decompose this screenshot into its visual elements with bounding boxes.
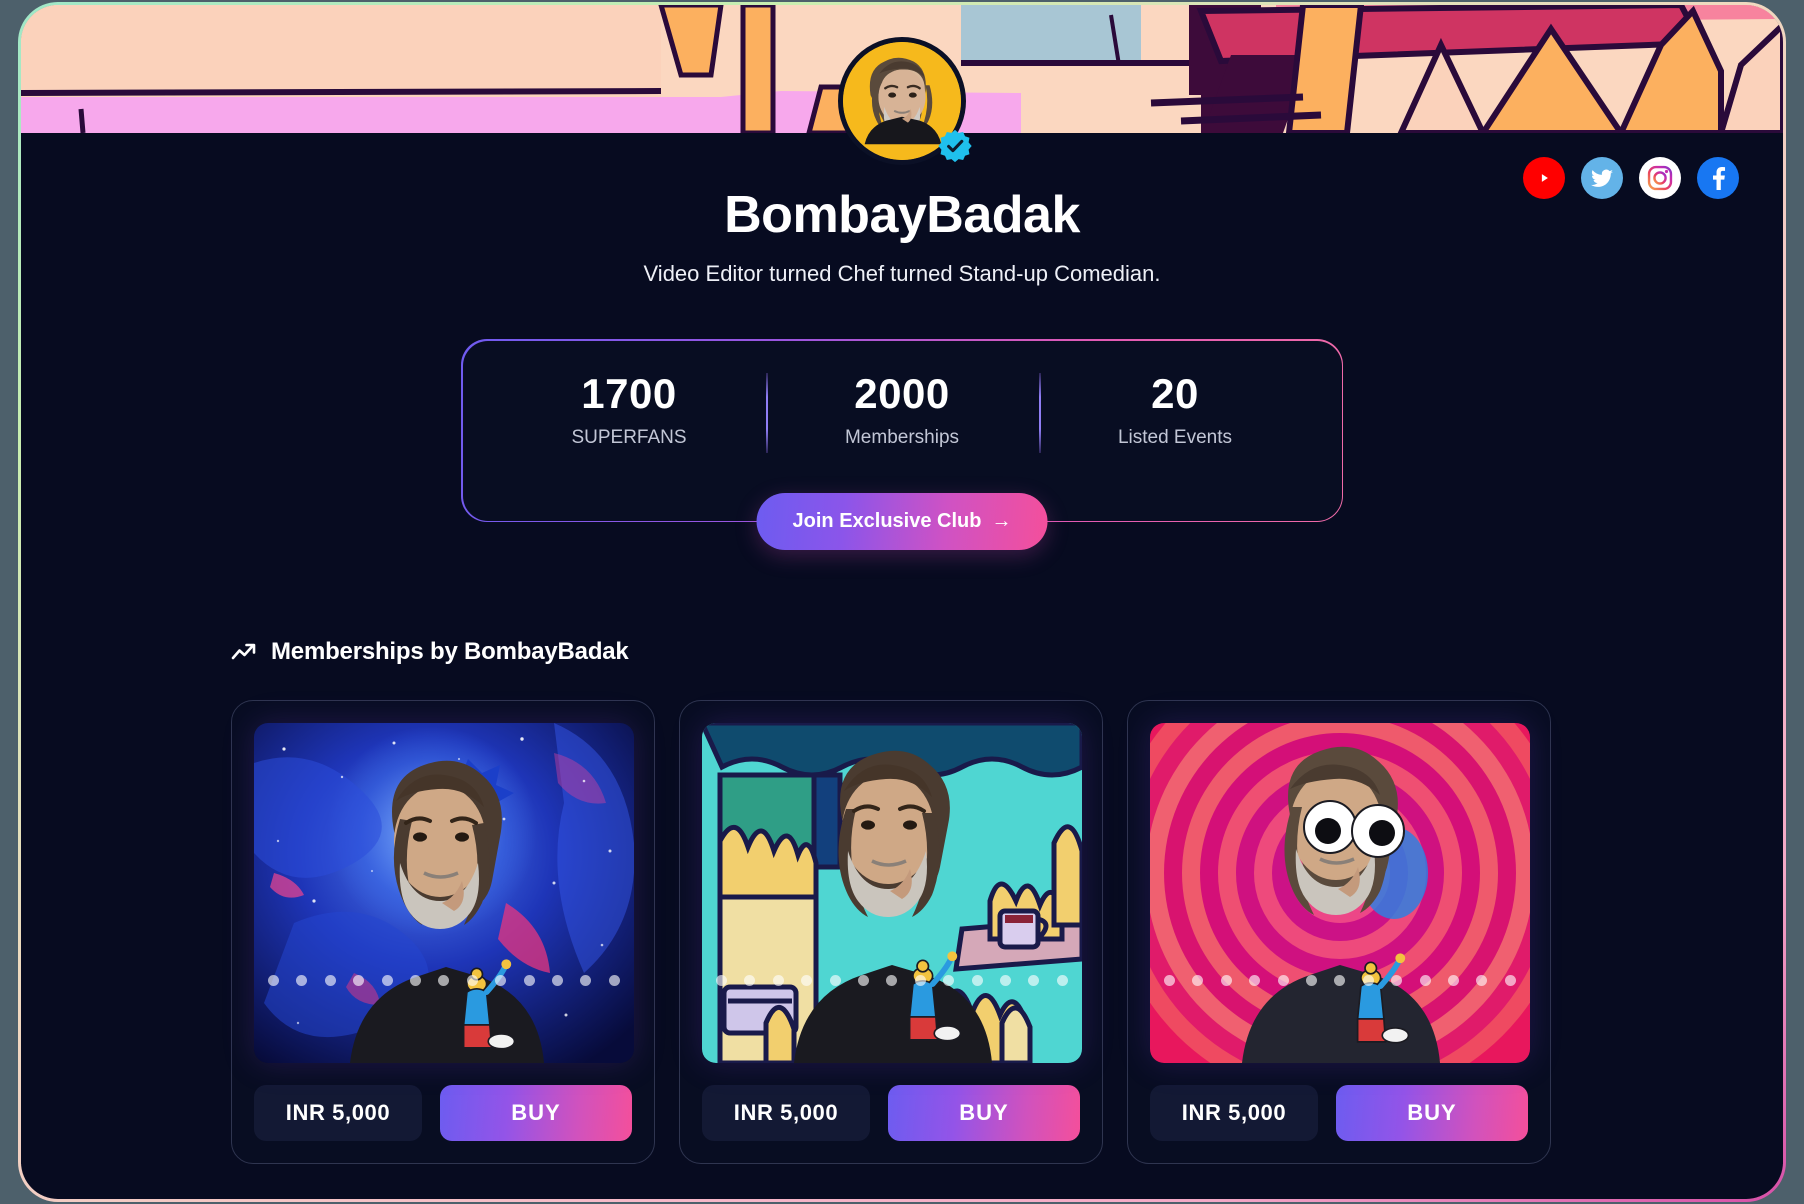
avatar[interactable] (838, 37, 972, 165)
carousel-dot[interactable] (801, 975, 813, 987)
social-links (1523, 157, 1739, 199)
carousel-dots[interactable] (254, 975, 634, 987)
social-link-twitter[interactable] (1581, 157, 1623, 199)
join-exclusive-club-button[interactable]: Join Exclusive Club → (756, 493, 1048, 551)
carousel-dots[interactable] (1150, 975, 1530, 987)
carousel-dot[interactable] (1306, 975, 1318, 987)
carousel-dot[interactable] (744, 975, 756, 987)
stat-superfans: 1700 SUPERFANS (493, 367, 766, 459)
carousel-dot[interactable] (1419, 975, 1431, 987)
carousel-dot[interactable] (1504, 975, 1516, 987)
carousel-dot[interactable] (324, 975, 336, 987)
carousel-dot[interactable] (1448, 975, 1460, 987)
facebook-icon (1713, 167, 1726, 190)
carousel-dot[interactable] (438, 975, 450, 987)
carousel-dot[interactable] (1362, 975, 1374, 987)
carousel-dot[interactable] (268, 975, 279, 987)
stat-label: SUPERFANS (571, 426, 687, 448)
price-label: INR 5,000 (1150, 1085, 1318, 1142)
profile-tagline: Video Editor turned Chef turned Stand-up… (643, 261, 1161, 286)
buy-button[interactable]: BUY (440, 1085, 632, 1142)
profile-header: BombayBadak Video Editor turned Chef tur… (21, 37, 1783, 1165)
carousel-dot[interactable] (1476, 975, 1488, 987)
page-title: BombayBadak (724, 186, 1080, 244)
carousel-dot[interactable] (858, 975, 870, 987)
memberships-section-header: Memberships by BombayBadak (231, 638, 1783, 666)
carousel-dot[interactable] (381, 975, 393, 987)
stat-value: 2000 (854, 369, 950, 417)
stats-panel: 1700 SUPERFANS 2000 Memberships 20 Liste… (461, 339, 1343, 551)
carousel-dot[interactable] (886, 975, 898, 987)
carousel-dot[interactable] (353, 975, 365, 987)
stat-label: Listed Events (1117, 426, 1233, 448)
carousel-dot[interactable] (1164, 975, 1175, 987)
carousel-dot[interactable] (716, 975, 727, 987)
card-actions: INR 5,000 BUY (254, 1085, 632, 1142)
carousel-dot[interactable] (829, 975, 841, 987)
carousel-dot[interactable] (1391, 975, 1403, 987)
teal-cartoon-artwork-icon (702, 723, 1082, 1064)
stat-value: 20 (1151, 369, 1199, 417)
pink-rings-artwork-icon (1150, 723, 1530, 1064)
carousel-dot[interactable] (1028, 975, 1040, 987)
carousel-dot[interactable] (914, 975, 926, 987)
section-title: Memberships by BombayBadak (271, 638, 629, 666)
carousel-dot[interactable] (523, 975, 535, 987)
page-frame: BombayBadak Video Editor turned Chef tur… (18, 2, 1786, 1202)
stat-listed-events: 20 Listed Events (1038, 367, 1312, 459)
arrow-right-icon: → (991, 510, 1012, 533)
stat-memberships: 2000 Memberships (765, 367, 1039, 459)
membership-thumbnail[interactable] (254, 723, 634, 1064)
twitter-icon (1591, 169, 1613, 187)
carousel-dot[interactable] (943, 975, 955, 987)
memberships-list: INR 5,000 BUY INR 5,000 BUY INR 5,000 BU… (231, 700, 1783, 1165)
carousel-dot[interactable] (296, 975, 308, 987)
membership-card[interactable]: INR 5,000 BUY (231, 700, 655, 1165)
membership-card[interactable]: INR 5,000 BUY (1127, 700, 1551, 1165)
carousel-dot[interactable] (1000, 975, 1012, 987)
carousel-dot[interactable] (1220, 975, 1232, 987)
carousel-dot[interactable] (608, 975, 620, 987)
social-link-instagram[interactable] (1639, 157, 1681, 199)
stat-value: 1700 (581, 369, 677, 417)
page-inner: BombayBadak Video Editor turned Chef tur… (21, 5, 1783, 1199)
carousel-dot[interactable] (410, 975, 422, 987)
carousel-dot[interactable] (1334, 975, 1346, 987)
carousel-dot[interactable] (552, 975, 564, 987)
carousel-dot[interactable] (1192, 975, 1204, 987)
trending-up-icon (231, 643, 256, 660)
carousel-dot[interactable] (971, 975, 983, 987)
instagram-icon (1647, 165, 1673, 191)
membership-card[interactable]: INR 5,000 BUY (679, 700, 1103, 1165)
youtube-icon (1533, 170, 1555, 186)
social-link-youtube[interactable] (1523, 157, 1565, 199)
verified-badge-icon (938, 129, 972, 163)
carousel-dot[interactable] (1277, 975, 1289, 987)
cosmic-blue-artwork-icon (254, 723, 634, 1064)
carousel-dot[interactable] (580, 975, 592, 987)
social-link-facebook[interactable] (1697, 157, 1739, 199)
stat-label: Memberships (844, 426, 960, 448)
carousel-dot[interactable] (1056, 975, 1068, 987)
price-label: INR 5,000 (254, 1085, 422, 1142)
membership-thumbnail[interactable] (702, 723, 1082, 1064)
carousel-dot[interactable] (772, 975, 784, 987)
card-actions: INR 5,000 BUY (1150, 1085, 1528, 1142)
carousel-dot[interactable] (495, 975, 507, 987)
card-actions: INR 5,000 BUY (702, 1085, 1080, 1142)
carousel-dots[interactable] (702, 975, 1082, 987)
carousel-dot[interactable] (466, 975, 478, 987)
buy-button[interactable]: BUY (888, 1085, 1080, 1142)
join-button-label: Join Exclusive Club (792, 510, 982, 533)
membership-thumbnail[interactable] (1150, 723, 1530, 1064)
price-label: INR 5,000 (702, 1085, 870, 1142)
carousel-dot[interactable] (1249, 975, 1261, 987)
buy-button[interactable]: BUY (1336, 1085, 1528, 1142)
